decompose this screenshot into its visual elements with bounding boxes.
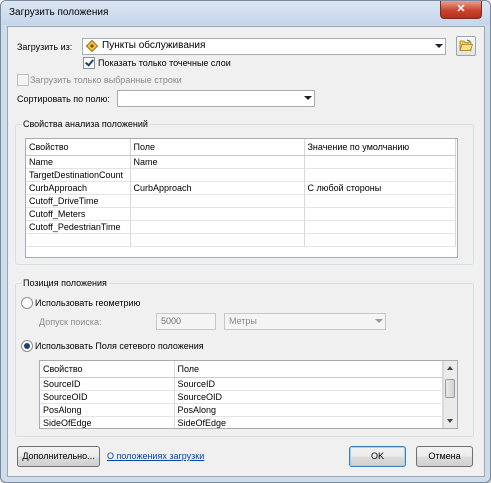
cell-property[interactable]: CurbApproach [26, 181, 131, 195]
show-point-layers-label: Показать только точечные слои [98, 58, 231, 68]
cell-field[interactable]: SourceID [174, 377, 443, 391]
cell-property[interactable]: SourceOID [40, 390, 175, 404]
close-button[interactable]: ✕ [440, 1, 482, 19]
cell-field[interactable] [130, 207, 305, 221]
close-icon: ✕ [456, 3, 466, 15]
cell-field[interactable] [130, 233, 305, 247]
table-row[interactable]: Cutoff_Meters [26, 207, 456, 221]
cell-default-value[interactable] [304, 155, 456, 169]
help-link[interactable]: О положениях загрузки [107, 451, 204, 461]
sort-by-label: Сортировать по полю: [17, 94, 110, 104]
cell-default-value[interactable] [304, 194, 456, 208]
cell-default-value[interactable]: С любой стороны [304, 181, 456, 195]
facilities-layer-icon [85, 39, 99, 53]
table-row[interactable]: SourceID SourceID [40, 377, 443, 391]
table-row[interactable]: CurbApproach CurbApproach С любой стороны [26, 181, 456, 195]
sort-by-combo[interactable] [117, 90, 315, 107]
column-header-field: Поле [174, 361, 443, 378]
column-header-field: Поле [130, 139, 305, 156]
cell-field[interactable]: SideOfEdge [174, 416, 443, 428]
folder-open-icon [459, 39, 474, 54]
cell-field[interactable] [130, 220, 305, 234]
table-row[interactable] [26, 233, 456, 247]
use-geometry-label: Использовать геометрию [35, 298, 141, 308]
title-bar[interactable]: Загрузить положения ✕ [1, 1, 490, 25]
table-row[interactable]: Cutoff_DriveTime [26, 194, 456, 208]
table-header-row: Свойство Поле Значение по умолчанию [26, 139, 456, 156]
tolerance-unit-combo[interactable]: Метры [224, 313, 386, 330]
cell-field[interactable]: CurbApproach [130, 181, 305, 195]
dialog-body: Загрузить из: Пункты обслуживания Показа… [7, 26, 485, 477]
cell-field[interactable] [130, 194, 305, 208]
load-from-value: Пункты обслуживания [102, 40, 206, 51]
browse-button[interactable] [456, 36, 476, 56]
cell-field[interactable]: Name [130, 155, 305, 169]
scroll-up-icon[interactable] [447, 366, 453, 370]
cell-default-value[interactable] [304, 220, 456, 234]
tolerance-unit-value: Метры [229, 316, 257, 326]
chevron-down-icon [375, 319, 383, 323]
use-geometry-radio[interactable] [21, 297, 33, 309]
chevron-down-icon [435, 44, 443, 48]
column-header-property: Свойство [26, 139, 131, 156]
load-selected-only-checkbox[interactable] [17, 74, 29, 86]
table-row[interactable]: SideOfEdge SideOfEdge [40, 416, 443, 428]
cell-property[interactable]: TargetDestinationCount [26, 168, 131, 182]
load-locations-dialog: Загрузить положения ✕ Загрузить из: Пунк… [0, 0, 491, 483]
network-fields-table: Свойство Поле SourceID SourceID SourceOID S… [40, 361, 443, 428]
cell-property[interactable] [26, 233, 131, 247]
cell-default-value[interactable] [304, 207, 456, 221]
cell-property[interactable]: SideOfEdge [40, 416, 175, 428]
table-row[interactable]: Cutoff_PedestrianTime [26, 220, 456, 234]
cell-property[interactable]: Name [26, 155, 131, 169]
cell-property[interactable]: PosAlong [40, 403, 175, 417]
cell-property[interactable]: SourceID [40, 377, 175, 391]
column-header-property: Свойство [40, 361, 175, 378]
cell-field[interactable] [130, 168, 305, 182]
window-title: Загрузить положения [9, 7, 109, 18]
cell-field[interactable]: SourceOID [174, 390, 443, 404]
cell-property[interactable]: Cutoff_PedestrianTime [26, 220, 131, 234]
scroll-thumb[interactable] [445, 379, 455, 398]
properties-table: Свойство Поле Значение по умолчанию Name… [26, 139, 456, 247]
table-header-row: Свойство Поле [40, 361, 443, 378]
scroll-down-icon[interactable] [447, 419, 453, 423]
table-row[interactable]: Name Name [26, 155, 456, 169]
network-fields-grid[interactable]: Свойство Поле SourceID SourceID SourceOID S… [39, 360, 458, 429]
ok-button[interactable]: OK [349, 446, 406, 467]
load-from-combo[interactable]: Пункты обслуживания [82, 38, 446, 55]
cell-property[interactable]: Cutoff_Meters [26, 207, 131, 221]
show-point-layers-checkbox[interactable] [83, 57, 95, 69]
cell-default-value[interactable] [304, 168, 456, 182]
properties-group-title: Свойства анализа положений [21, 119, 150, 129]
advanced-button[interactable]: Дополнительно... [17, 446, 100, 467]
location-position-group-title: Позиция положения [21, 278, 109, 288]
cell-property[interactable]: Cutoff_DriveTime [26, 194, 131, 208]
search-tolerance-input[interactable]: 5000 [156, 313, 216, 330]
properties-grid[interactable]: Свойство Поле Значение по умолчанию Name… [25, 138, 458, 258]
fields-scrollbar[interactable] [443, 361, 457, 428]
chevron-down-icon [304, 96, 312, 100]
use-network-fields-radio[interactable] [21, 340, 33, 352]
search-tolerance-label: Допуск поиска: [39, 317, 102, 327]
load-selected-only-label: Загрузить только выбранные строки [30, 75, 182, 85]
table-row[interactable]: TargetDestinationCount [26, 168, 456, 182]
table-row[interactable]: PosAlong PosAlong [40, 403, 443, 417]
cell-default-value[interactable] [304, 233, 456, 247]
table-row[interactable]: SourceOID SourceOID [40, 390, 443, 404]
cancel-button[interactable]: Отмена [416, 446, 473, 467]
cell-field[interactable]: PosAlong [174, 403, 443, 417]
load-from-label: Загрузить из: [17, 42, 73, 52]
use-network-fields-label: Использовать Поля сетевого положения [35, 341, 204, 351]
column-header-default-value: Значение по умолчанию [304, 139, 456, 156]
